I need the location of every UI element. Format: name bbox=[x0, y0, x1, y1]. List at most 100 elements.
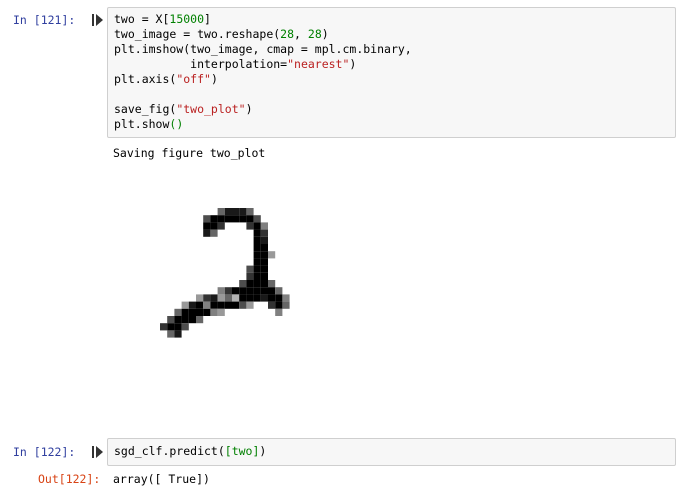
image-pixel bbox=[246, 287, 254, 295]
image-pixel bbox=[253, 229, 261, 237]
image-pixel bbox=[196, 294, 204, 302]
image-pixel bbox=[224, 215, 232, 223]
image-pixel bbox=[181, 316, 189, 324]
image-pixel bbox=[210, 215, 218, 223]
image-pixel bbox=[260, 244, 268, 252]
image-pixel bbox=[203, 222, 211, 230]
image-pixel bbox=[253, 244, 261, 252]
image-pixel bbox=[196, 316, 204, 324]
image-pixel bbox=[268, 294, 276, 302]
image-pixel bbox=[253, 236, 261, 244]
image-pixel bbox=[260, 294, 268, 302]
image-pixel bbox=[268, 280, 276, 288]
code-cell-input-122[interactable]: sgd_clf.predict([two]) bbox=[107, 438, 676, 466]
code-line: two_image = two.reshape(28, 28) bbox=[114, 27, 329, 41]
image-pixel bbox=[253, 222, 261, 230]
image-pixel bbox=[174, 330, 182, 338]
image-pixel bbox=[239, 294, 247, 302]
digit-two-image bbox=[160, 208, 290, 338]
output-prompt-122: Out[122]: bbox=[38, 472, 101, 486]
image-pixel bbox=[217, 308, 225, 316]
image-pixel bbox=[174, 316, 182, 324]
image-pixel bbox=[260, 265, 268, 273]
image-pixel bbox=[224, 301, 232, 309]
image-pixel bbox=[232, 301, 240, 309]
image-pixel bbox=[239, 280, 247, 288]
image-pixel bbox=[167, 323, 175, 331]
image-pixel bbox=[217, 222, 225, 230]
image-pixel bbox=[246, 265, 254, 273]
image-pixel bbox=[217, 215, 225, 223]
image-pixel bbox=[232, 215, 240, 223]
image-pixel bbox=[203, 294, 211, 302]
image-pixel bbox=[224, 208, 232, 216]
image-pixel bbox=[246, 301, 254, 309]
image-pixel bbox=[239, 208, 247, 216]
image-pixel bbox=[260, 287, 268, 295]
image-pixel bbox=[268, 301, 276, 309]
image-pixel bbox=[239, 215, 247, 223]
image-pixel bbox=[239, 287, 247, 295]
image-pixel bbox=[174, 308, 182, 316]
run-cell-icon[interactable] bbox=[92, 446, 103, 458]
image-pixel bbox=[203, 308, 211, 316]
code-cell-input-121[interactable]: two = X[15000] two_image = two.reshape(2… bbox=[107, 7, 676, 138]
image-pixel bbox=[210, 308, 218, 316]
image-pixel bbox=[246, 280, 254, 288]
image-pixel bbox=[282, 301, 290, 309]
image-pixel bbox=[188, 301, 196, 309]
code-line: plt.axis("off") bbox=[114, 72, 218, 86]
image-pixel bbox=[282, 294, 290, 302]
image-pixel bbox=[268, 251, 276, 259]
image-pixel bbox=[275, 287, 283, 295]
image-pixel bbox=[260, 229, 268, 237]
image-pixel bbox=[253, 251, 261, 259]
input-prompt-121: In [121]: bbox=[13, 13, 76, 27]
image-pixel bbox=[275, 301, 283, 309]
image-pixel bbox=[188, 316, 196, 324]
image-pixel bbox=[160, 323, 168, 331]
code-line: sgd_clf.predict([two]) bbox=[114, 444, 267, 458]
image-pixel bbox=[246, 208, 254, 216]
image-pixel bbox=[260, 236, 268, 244]
image-pixel bbox=[210, 222, 218, 230]
image-pixel bbox=[232, 208, 240, 216]
image-pixel bbox=[217, 208, 225, 216]
image-pixel bbox=[275, 294, 283, 302]
output-stream-text: Saving figure two_plot bbox=[113, 146, 266, 160]
image-pixel bbox=[253, 280, 261, 288]
image-pixel bbox=[174, 323, 182, 331]
image-pixel bbox=[246, 222, 254, 230]
image-pixel bbox=[253, 258, 261, 266]
image-pixel bbox=[181, 308, 189, 316]
image-pixel bbox=[188, 308, 196, 316]
code-line: two = X[15000] bbox=[114, 12, 211, 26]
image-pixel bbox=[196, 301, 204, 309]
image-pixel bbox=[260, 258, 268, 266]
code-line: interpolation="nearest") bbox=[114, 57, 357, 71]
code-line: plt.show() bbox=[114, 117, 184, 131]
code-line: plt.imshow(two_image, cmap = mpl.cm.bina… bbox=[114, 42, 412, 56]
image-pixel bbox=[210, 294, 218, 302]
image-pixel bbox=[253, 265, 261, 273]
image-pixel bbox=[196, 308, 204, 316]
image-pixel bbox=[268, 287, 276, 295]
code-line: save_fig("two_plot") bbox=[114, 102, 253, 116]
image-pixel bbox=[253, 294, 261, 302]
run-cell-icon[interactable] bbox=[92, 14, 103, 26]
image-pixel bbox=[260, 272, 268, 280]
image-pixel bbox=[217, 301, 225, 309]
image-pixel bbox=[246, 215, 254, 223]
image-pixel bbox=[167, 330, 175, 338]
image-pixel bbox=[232, 294, 240, 302]
image-pixel bbox=[224, 287, 232, 295]
image-pixel bbox=[260, 251, 268, 259]
image-pixel bbox=[253, 287, 261, 295]
image-pixel bbox=[246, 294, 254, 302]
image-pixel bbox=[210, 229, 218, 237]
image-pixel bbox=[217, 287, 225, 295]
image-pixel bbox=[275, 308, 283, 316]
image-pixel bbox=[217, 294, 225, 302]
image-pixel bbox=[203, 215, 211, 223]
image-pixel bbox=[239, 301, 247, 309]
